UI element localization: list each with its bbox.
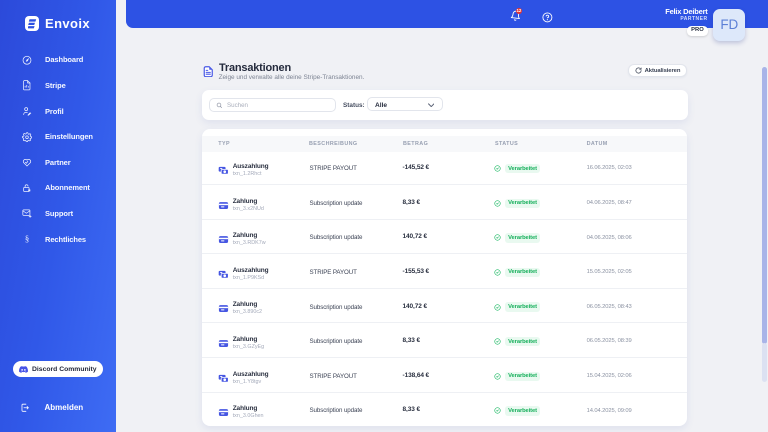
svg-text:§: § [25, 234, 29, 244]
